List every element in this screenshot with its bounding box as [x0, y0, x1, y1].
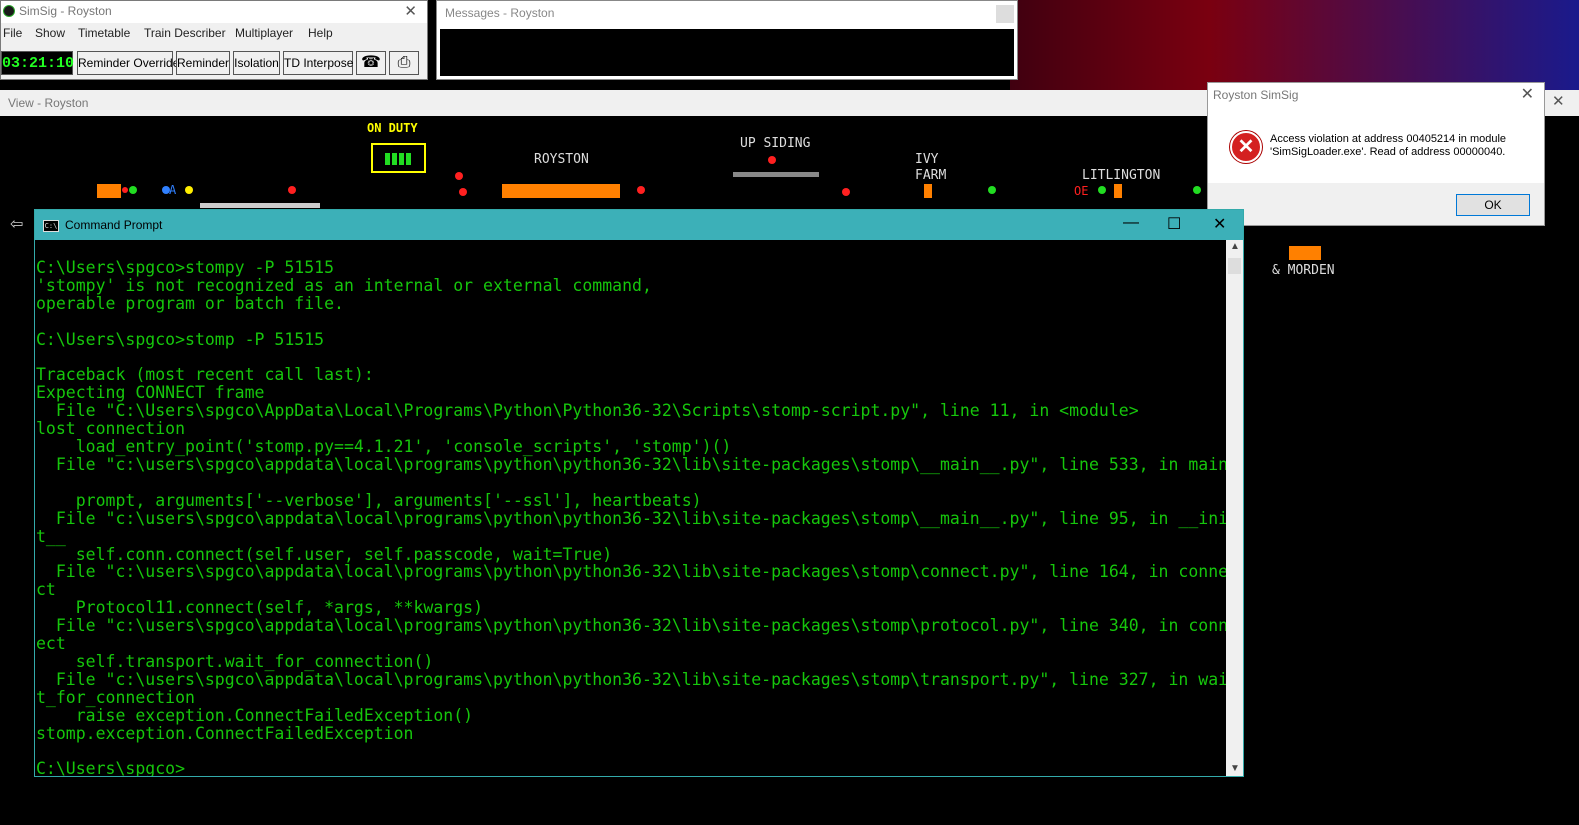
signal-label-oe: OE: [1074, 184, 1089, 198]
cmd-console[interactable]: C:\Users\spgco>stompy -P 51515 'stompy' …: [35, 240, 1226, 776]
station-morden: & MORDEN: [1272, 263, 1335, 278]
signal-label-a: A: [169, 183, 177, 197]
cmd-window-title: Command Prompt: [65, 218, 163, 232]
signal-green-icon[interactable]: [1193, 186, 1201, 194]
simsig-close-button[interactable]: ✕: [404, 2, 417, 20]
error-dialog-close-button[interactable]: ✕: [1521, 84, 1534, 104]
station-up-siding: UP SIDING: [740, 136, 811, 151]
station-ivy-farm-line1: IVY: [915, 152, 939, 167]
simsig-logo-icon: [3, 5, 15, 17]
messages-title: Messages - Royston: [445, 6, 555, 20]
signal-red-icon[interactable]: [459, 188, 467, 196]
cmd-title-bar: C:\ Command Prompt — ☐ ✕: [35, 210, 1243, 240]
cmd-app-icon: C:\: [43, 220, 59, 232]
signal-red-icon[interactable]: [637, 186, 645, 194]
messages-window: Messages - Royston: [436, 0, 1018, 80]
station-royston: ROYSTON: [534, 152, 589, 167]
sim-clock: 03:21:10: [1, 51, 74, 75]
signal-red-icon[interactable]: [122, 187, 128, 193]
track-section-occupied[interactable]: [924, 184, 932, 198]
print-icon[interactable]: ⎙: [389, 51, 419, 75]
track-section-occupied[interactable]: [1289, 246, 1321, 260]
messages-close-button[interactable]: [996, 5, 1014, 23]
signal-red-icon[interactable]: [842, 188, 850, 196]
scroll-up-icon[interactable]: ▲: [1230, 241, 1240, 252]
royston-platform-occupied[interactable]: [502, 184, 620, 198]
signal-red-icon[interactable]: [288, 186, 296, 194]
signal-green-icon[interactable]: [129, 186, 137, 194]
signal-green-icon[interactable]: [1098, 186, 1106, 194]
isolation-button[interactable]: Isolation: [233, 51, 280, 75]
signal-yellow-icon[interactable]: [185, 186, 193, 194]
menu-timetable[interactable]: Timetable: [78, 26, 130, 40]
simsig-window-title: SimSig - Royston: [19, 4, 112, 18]
simsig-main-window: SimSig - Royston ✕ File Show Timetable T…: [0, 0, 428, 80]
panel-scroll-left[interactable]: ⇦: [0, 208, 34, 240]
maximize-button[interactable]: ☐: [1167, 214, 1181, 234]
minimize-button[interactable]: —: [1123, 214, 1139, 232]
phone-icon[interactable]: ☎: [356, 51, 386, 75]
menu-multiplayer[interactable]: Multiplayer: [235, 26, 293, 40]
simsig-title-bar: SimSig - Royston ✕: [1, 1, 427, 23]
menu-train-describer[interactable]: Train Describer: [144, 26, 226, 40]
menu-help[interactable]: Help: [308, 26, 333, 40]
view-close-button[interactable]: ✕: [1552, 92, 1565, 110]
td-interpose-button[interactable]: TD Interpose: [283, 51, 353, 75]
scroll-down-icon[interactable]: ▼: [1230, 763, 1240, 774]
reminder-override-button[interactable]: Reminder Override: [77, 51, 179, 75]
console-output: C:\Users\spgco>stompy -P 51515 'stompy' …: [36, 258, 1226, 776]
desktop-background: [1010, 0, 1579, 90]
scroll-thumb[interactable]: [1228, 258, 1241, 274]
command-prompt-window: C:\ Command Prompt — ☐ ✕ C:\Users\spgco>…: [34, 209, 1244, 777]
arrow-left-icon: ⇦: [10, 216, 24, 233]
signal-green-icon[interactable]: [988, 186, 996, 194]
error-icon: ✕: [1230, 131, 1262, 163]
close-button[interactable]: ✕: [1213, 214, 1226, 234]
duty-bars-icon: [385, 153, 413, 165]
on-duty-label: ON DUTY: [367, 121, 418, 135]
on-duty-indicator[interactable]: [371, 143, 426, 173]
cmd-scrollbar[interactable]: ▲ ▼: [1226, 240, 1243, 776]
signal-red-icon[interactable]: [768, 156, 776, 164]
signal-red-icon[interactable]: [455, 172, 463, 180]
up-siding-track: [733, 172, 819, 177]
messages-list: [440, 29, 1014, 76]
station-ivy-farm-line2: FARM: [915, 168, 947, 183]
reminder-button[interactable]: Reminder: [176, 51, 230, 75]
menu-file[interactable]: File: [3, 26, 22, 40]
ok-button[interactable]: OK: [1456, 194, 1530, 216]
track-route-set: [200, 203, 320, 208]
menu-show[interactable]: Show: [35, 26, 65, 40]
error-dialog: Royston SimSig ✕ ✕ Access violation at a…: [1207, 82, 1545, 226]
view-title-bar: View - Royston: [0, 90, 1208, 116]
error-message: Access violation at address 00405214 in …: [1270, 133, 1507, 158]
track-section-occupied[interactable]: [97, 184, 121, 198]
station-litlington: LITLINGTON: [1082, 168, 1161, 183]
track-section-occupied[interactable]: [1114, 184, 1122, 198]
error-dialog-title: Royston SimSig: [1213, 88, 1299, 102]
view-window-title: View - Royston: [8, 96, 89, 110]
